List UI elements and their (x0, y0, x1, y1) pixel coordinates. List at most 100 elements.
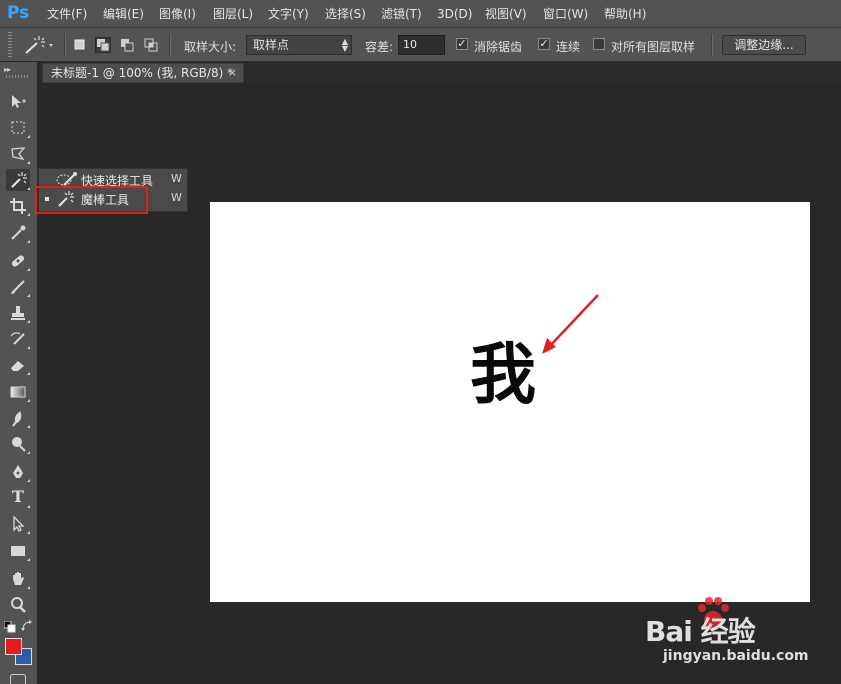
anti-alias-label: 消除锯齿 (474, 40, 523, 54)
swap-colors-button[interactable] (21, 620, 33, 632)
canvas-text: 我 (470, 335, 536, 413)
menu-bar: Ps 文件(F) 编辑(E) 图像(I) 图层(L) 文字(Y) 选择(S) 滤… (0, 0, 841, 28)
watermark-brand: Bai 经验 (645, 615, 756, 648)
contiguous-label: 连续 (556, 40, 581, 54)
marquee-tool[interactable] (6, 117, 30, 139)
magic-wand-icon (25, 36, 53, 54)
menu-edit[interactable]: 编辑(E) (103, 6, 144, 22)
options-bar: 取样大小: 取样点 ▲ ▼ 容差: 10 ✓ 消除锯齿 ✓ 连续 对所有图层取样 … (0, 28, 841, 62)
default-colors-icon (3, 620, 16, 633)
hand-tool[interactable] (6, 568, 30, 590)
menu-select[interactable]: 选择(S) (325, 6, 366, 22)
quick-mask-button[interactable] (10, 674, 26, 684)
menu-image[interactable]: 图像(I) (159, 6, 196, 22)
new-selection-icon (74, 39, 85, 50)
healing-brush-tool[interactable] (6, 250, 30, 272)
menu-window[interactable]: 窗口(W) (543, 6, 588, 22)
move-icon (12, 95, 26, 108)
type-icon: T (12, 487, 24, 506)
clone-stamp-tool[interactable] (6, 302, 30, 324)
rectangle-icon (11, 546, 25, 556)
subtract-selection-icon (121, 39, 134, 52)
crop-icon (10, 198, 26, 214)
document-canvas[interactable]: 我 (210, 202, 810, 602)
menu-layer[interactable]: 图层(L) (213, 6, 253, 22)
close-icon[interactable]: × (228, 64, 237, 82)
intersect-selection-icon (144, 38, 158, 52)
zoom-icon (11, 597, 26, 613)
subtract-from-selection-button[interactable] (119, 37, 135, 53)
baidu-jingyan-watermark: Bai 经验 jingyan.baidu.com (645, 592, 841, 684)
flyout-shortcut: W (171, 172, 182, 185)
lasso-tool[interactable] (6, 143, 30, 165)
separator (711, 34, 713, 56)
move-tool[interactable] (6, 91, 30, 113)
collapse-panel-icon[interactable]: ▸▸ (4, 65, 11, 74)
tolerance-label: 容差: (365, 40, 394, 54)
annotation-arrow-icon (542, 294, 599, 354)
pen-icon (13, 465, 23, 478)
path-selection-tool[interactable] (6, 513, 30, 535)
type-tool[interactable]: T (6, 487, 30, 509)
tool-preset-picker[interactable] (20, 34, 56, 56)
hand-icon (13, 572, 24, 585)
sample-size-label: 取样大小: (184, 40, 237, 54)
photoshop-logo: Ps (7, 3, 30, 23)
brush-tool[interactable] (6, 276, 30, 298)
healing-brush-icon (11, 255, 25, 267)
eraser-icon (11, 361, 24, 371)
new-selection-button[interactable] (72, 37, 88, 53)
menu-filter[interactable]: 滤镜(T) (381, 6, 422, 22)
menu-help[interactable]: 帮助(H) (604, 6, 646, 22)
foreground-color-swatch[interactable] (5, 638, 22, 655)
magic-wand-tool[interactable] (6, 169, 30, 191)
menu-3d[interactable]: 3D(D) (437, 6, 472, 22)
panel-grip[interactable] (6, 75, 28, 78)
rectangle-tool[interactable] (6, 540, 30, 562)
separator (169, 34, 171, 56)
lasso-icon (11, 147, 26, 160)
sample-size-select[interactable]: 取样点 ▲ ▼ (246, 35, 352, 55)
gradient-tool[interactable] (6, 381, 30, 403)
history-brush-icon (10, 332, 25, 345)
add-selection-icon (97, 39, 110, 52)
pen-tool[interactable] (6, 461, 30, 483)
document-tab-title: 未标题-1 @ 100% (我, RGB/8) * (51, 66, 234, 80)
zoom-tool[interactable] (6, 594, 30, 616)
annotation-highlight-box (35, 186, 148, 214)
tolerance-input[interactable]: 10 (398, 35, 445, 55)
swap-arrow-icon (21, 620, 32, 631)
checkmark-icon: ✓ (457, 37, 467, 50)
eyedropper-icon (11, 225, 26, 240)
sample-size-value: 取样点 (253, 38, 290, 52)
gradient-icon (10, 386, 26, 398)
history-brush-tool[interactable] (6, 328, 30, 350)
menu-view[interactable]: 视图(V) (485, 6, 527, 22)
dodge-tool[interactable] (6, 433, 30, 455)
blur-tool[interactable] (6, 407, 30, 429)
eyedropper-tool[interactable] (6, 222, 30, 244)
checkmark-icon: ✓ (539, 37, 549, 50)
refine-edge-button[interactable]: 调整边缘... (722, 35, 806, 55)
watermark-url: jingyan.baidu.com (663, 648, 809, 664)
sample-all-layers-checkbox[interactable] (593, 38, 605, 50)
default-colors-button[interactable] (3, 620, 16, 633)
clone-stamp-icon (11, 306, 25, 320)
dodge-icon (12, 437, 26, 452)
document-tab[interactable]: 未标题-1 @ 100% (我, RGB/8) * × (42, 63, 244, 83)
menu-type[interactable]: 文字(Y) (268, 6, 309, 22)
separator (64, 34, 66, 56)
blur-icon (12, 411, 22, 427)
add-to-selection-button[interactable] (95, 37, 111, 53)
flyout-shortcut: W (171, 191, 182, 204)
eraser-tool[interactable] (6, 354, 30, 376)
magic-wand-icon (11, 172, 27, 188)
options-grip (8, 32, 12, 58)
anti-alias-checkbox[interactable]: ✓ (456, 38, 468, 50)
sample-all-layers-label: 对所有图层取样 (611, 40, 696, 54)
intersect-selection-button[interactable] (143, 37, 159, 53)
contiguous-checkbox[interactable]: ✓ (538, 38, 550, 50)
brush-icon (11, 280, 25, 294)
menu-file[interactable]: 文件(F) (47, 6, 87, 22)
crop-tool[interactable] (6, 195, 30, 217)
